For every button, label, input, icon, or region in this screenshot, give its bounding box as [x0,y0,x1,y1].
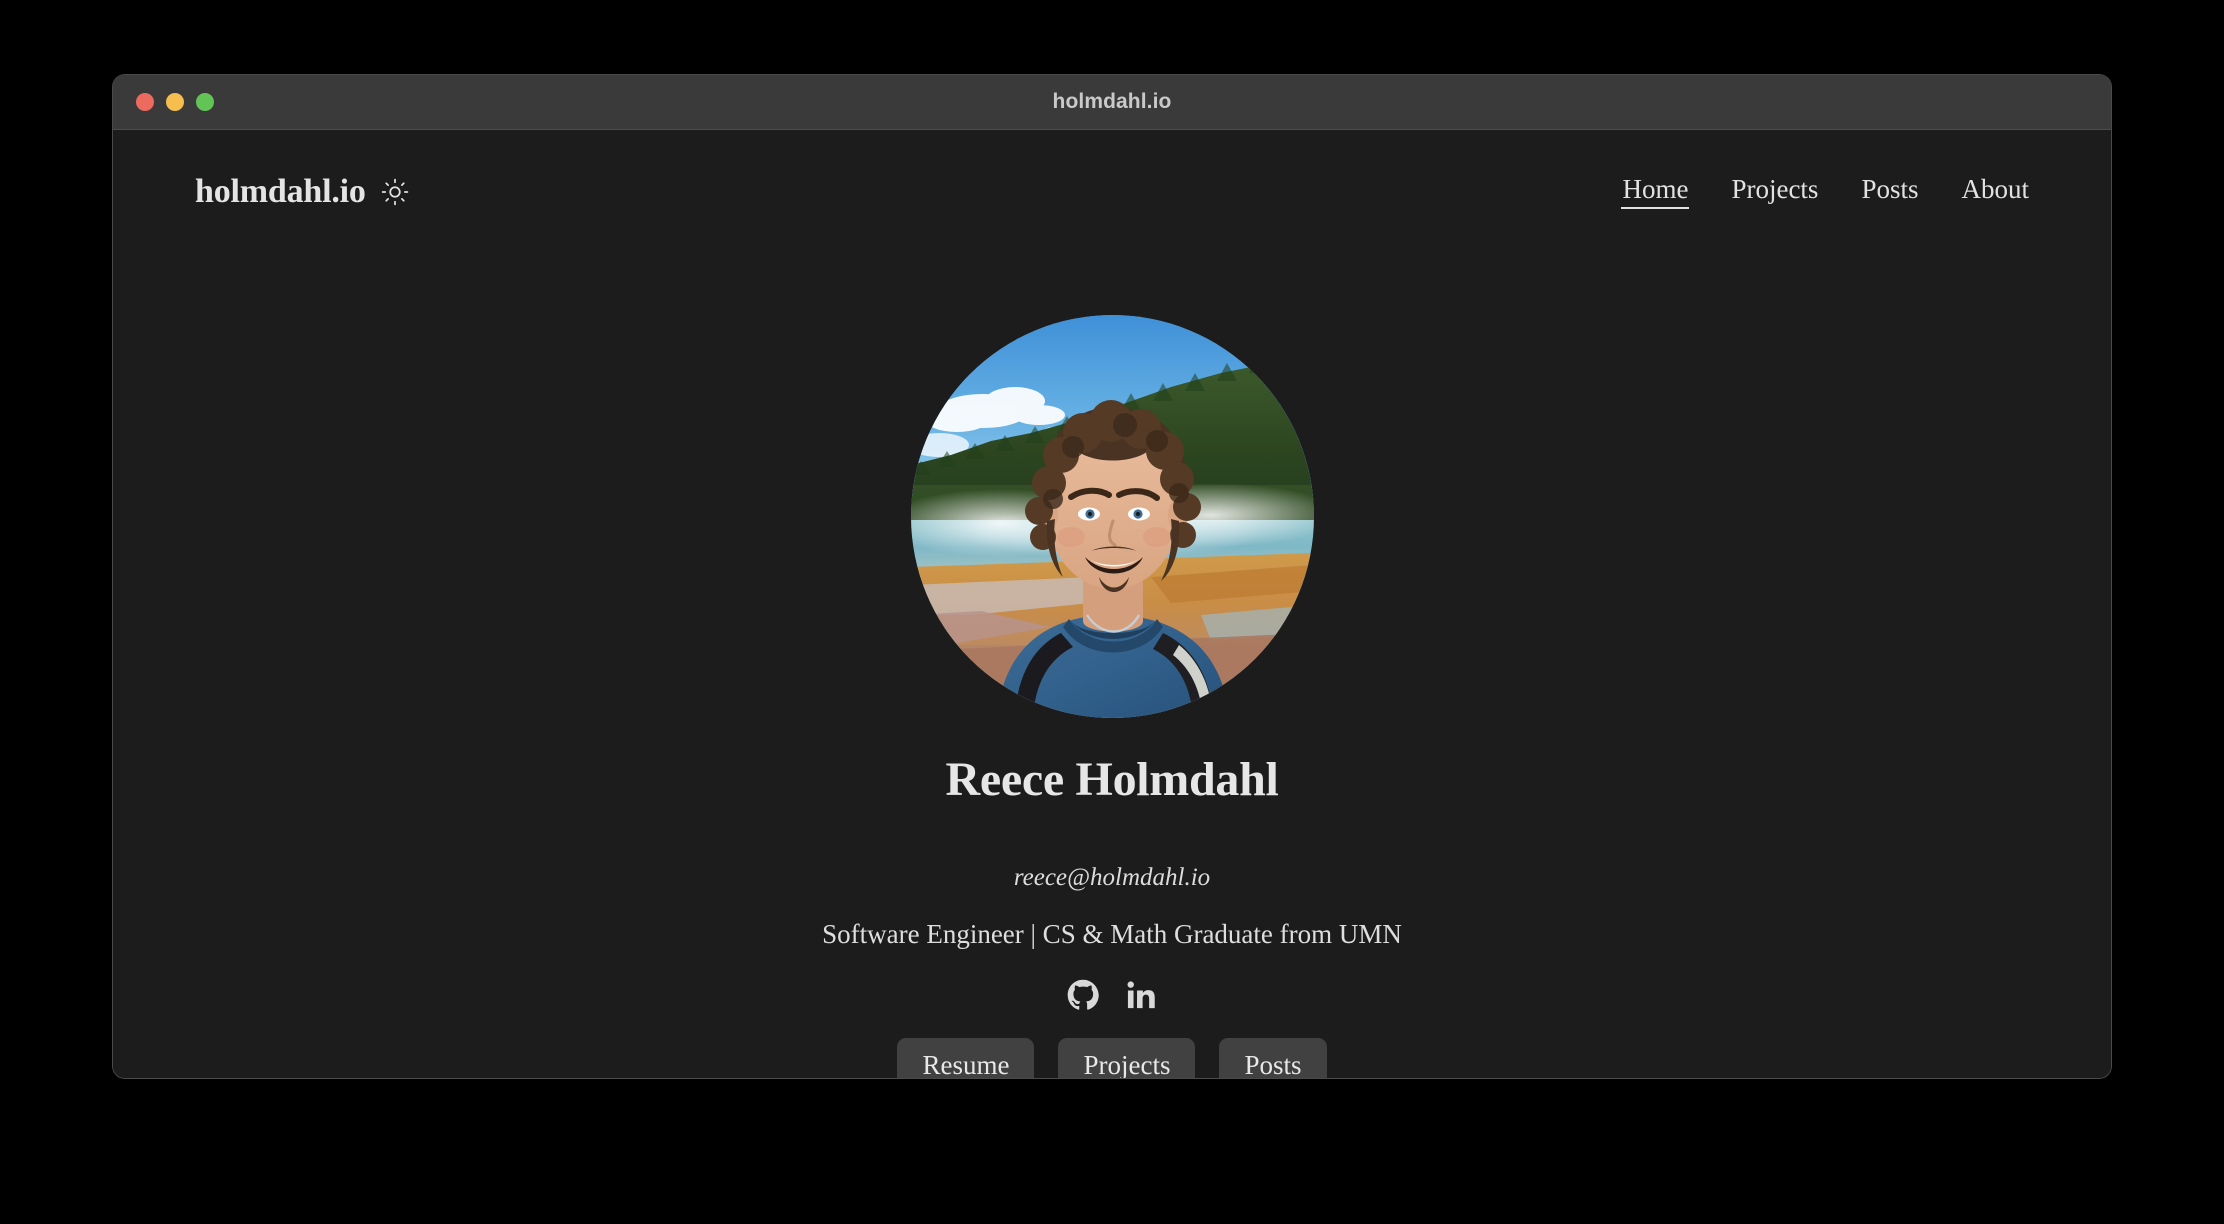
browser-window: holmdahl.io holmdahl.io Home Projects Po… [113,75,2111,1078]
linkedin-icon[interactable] [1125,979,1157,1011]
page-title: Reece Holmdahl [945,753,1279,806]
nav-link-about[interactable]: About [1962,174,2030,210]
avatar [910,315,1314,718]
projects-button[interactable]: Projects [1058,1038,1196,1078]
action-buttons: Resume Projects Posts [897,1038,1327,1078]
email-link[interactable]: reece@holmdahl.io [1014,865,1210,890]
site-header: holmdahl.io Home Projects Posts About [113,164,2111,220]
nav-link-home[interactable]: Home [1621,174,1690,210]
brand-logo-text[interactable]: holmdahl.io [195,175,366,209]
main-navigation: Home Projects Posts About [1621,174,2030,210]
tagline: Software Engineer | CS & Math Graduate f… [822,919,1402,950]
posts-button[interactable]: Posts [1219,1038,1327,1078]
window-titlebar: holmdahl.io [113,75,2111,130]
social-links [1067,979,1157,1011]
minimize-window-button[interactable] [166,93,184,111]
nav-link-projects[interactable]: Projects [1731,174,1818,210]
maximize-window-button[interactable] [196,93,214,111]
hero-section: Reece Holmdahl reece@holmdahl.io Softwar… [113,315,2111,1078]
close-window-button[interactable] [136,93,154,111]
github-icon[interactable] [1067,979,1099,1011]
window-title: holmdahl.io [1052,90,1172,113]
brand: holmdahl.io [195,175,409,209]
sun-icon[interactable] [381,178,409,206]
traffic-light-controls [136,75,214,129]
nav-link-posts[interactable]: Posts [1861,174,1918,210]
page-content: holmdahl.io Home Projects Posts About Re… [113,130,2111,1078]
resume-button[interactable]: Resume [897,1038,1035,1078]
